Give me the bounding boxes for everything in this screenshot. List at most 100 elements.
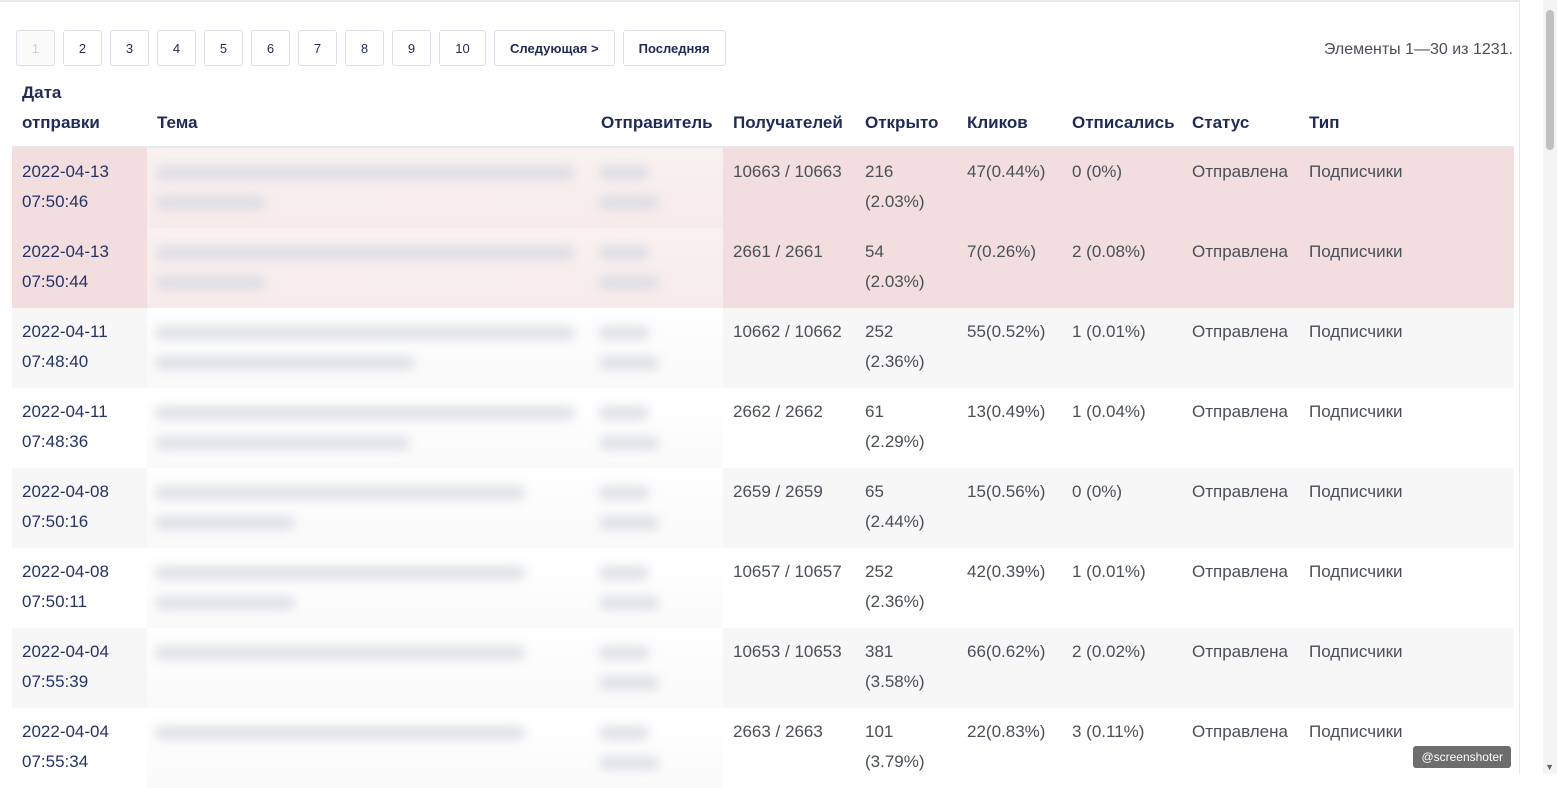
cell-sender-redacted (591, 468, 723, 548)
cell-unsubscribed: 0 (0%) (1062, 468, 1182, 548)
campaigns-table: Дата отправки Тема Отправитель Получателе… (12, 78, 1514, 788)
table-row[interactable]: 2022-04-11 07:48:40 10662 / 10662 252 (2.36%… (12, 308, 1514, 388)
screenshoter-watermark: @screenshoter (1413, 746, 1511, 768)
cell-opened: 252 (2.36%) (855, 548, 957, 628)
redacted-sender (591, 628, 723, 708)
page-3-button[interactable]: 3 (110, 30, 149, 66)
items-counter: Элементы 1—30 из 1231. (1323, 41, 1513, 58)
cell-sender-redacted (591, 388, 723, 468)
cell-status: Отправлена (1182, 308, 1299, 388)
redacted-subject (147, 468, 591, 548)
cell-opened: 101 (3.79%) (855, 708, 957, 788)
cell-status: Отправлена (1182, 548, 1299, 628)
cell-type: Подписчики (1299, 468, 1514, 548)
cell-status: Отправлена (1182, 468, 1299, 548)
table-row[interactable]: 2022-04-04 07:55:34 2663 / 2663 101 (3.79%) 2… (12, 708, 1514, 788)
cell-clicks: 15(0.56%) (957, 468, 1062, 548)
page-9-button[interactable]: 9 (392, 30, 431, 66)
col-header-subject[interactable]: Тема (147, 78, 591, 148)
table-row[interactable]: 2022-04-13 07:50:44 2661 / 2661 54 (2.03%) 7… (12, 228, 1514, 308)
redacted-subject (147, 548, 591, 628)
cell-clicks: 66(0.62%) (957, 628, 1062, 708)
table-row[interactable]: 2022-04-08 07:50:16 2659 / 2659 65 (2.44%) 1… (12, 468, 1514, 548)
cell-subject-redacted[interactable] (147, 147, 591, 228)
send-date: 2022-04-04 (22, 642, 109, 661)
page-7-button[interactable]: 7 (298, 30, 337, 66)
page-6-button[interactable]: 6 (251, 30, 290, 66)
table-row[interactable]: 2022-04-04 07:55:39 10653 / 10653 381 (3.58%… (12, 628, 1514, 708)
send-time: 07:50:44 (22, 272, 89, 291)
cell-opened: 61 (2.29%) (855, 388, 957, 468)
send-time: 07:50:16 (22, 512, 89, 531)
col-header-sender[interactable]: Отправитель (591, 78, 723, 148)
pagination: 1 2 3 4 5 6 7 8 9 10 Следующая > Последн… (16, 30, 726, 66)
cell-date[interactable]: 2022-04-11 07:48:36 (12, 388, 147, 468)
col-header-type[interactable]: Тип (1299, 78, 1514, 148)
redacted-sender (591, 388, 723, 468)
cell-unsubscribed: 1 (0.01%) (1062, 308, 1182, 388)
vertical-scrollbar[interactable]: ▼ (1543, 0, 1557, 774)
col-header-status[interactable]: Статус (1182, 78, 1299, 148)
page-10-button[interactable]: 10 (439, 30, 486, 66)
page-5-button[interactable]: 5 (204, 30, 243, 66)
cell-unsubscribed: 1 (0.04%) (1062, 388, 1182, 468)
scrollbar-thumb[interactable] (1546, 10, 1554, 150)
cell-subject-redacted[interactable] (147, 388, 591, 468)
page-2-button[interactable]: 2 (63, 30, 102, 66)
cell-opened: 381 (3.58%) (855, 628, 957, 708)
send-time: 07:48:40 (22, 352, 89, 371)
cell-date[interactable]: 2022-04-08 07:50:11 (12, 548, 147, 628)
cell-opened: 54 (2.03%) (855, 228, 957, 308)
cell-sender-redacted (591, 628, 723, 708)
cell-recipients: 10653 / 10653 (723, 628, 855, 708)
cell-unsubscribed: 1 (0.01%) (1062, 548, 1182, 628)
cell-date[interactable]: 2022-04-13 07:50:44 (12, 228, 147, 308)
cell-date[interactable]: 2022-04-11 07:48:40 (12, 308, 147, 388)
next-page-button[interactable]: Следующая > (494, 30, 615, 66)
cell-opened: 252 (2.36%) (855, 308, 957, 388)
redacted-sender (591, 548, 723, 628)
send-date: 2022-04-04 (22, 722, 109, 741)
redacted-sender (591, 148, 723, 228)
redacted-subject (147, 228, 591, 308)
table-row[interactable]: 2022-04-11 07:48:36 2662 / 2662 61 (2.29%) 1… (12, 388, 1514, 468)
send-time: 07:50:11 (22, 592, 87, 611)
cell-date[interactable]: 2022-04-08 07:50:16 (12, 468, 147, 548)
send-time: 07:50:46 (22, 192, 89, 211)
cell-clicks: 22(0.83%) (957, 708, 1062, 788)
table-row[interactable]: 2022-04-08 07:50:11 10657 / 10657 252 (2.36%… (12, 548, 1514, 628)
last-page-button[interactable]: Последняя (622, 30, 726, 66)
page-4-button[interactable]: 4 (157, 30, 196, 66)
scroll-down-arrow-icon[interactable]: ▼ (1545, 762, 1554, 772)
table-header-row: Дата отправки Тема Отправитель Получателе… (12, 78, 1514, 148)
cell-recipients: 2662 / 2662 (723, 388, 855, 468)
cell-subject-redacted[interactable] (147, 708, 591, 788)
cell-clicks: 42(0.39%) (957, 548, 1062, 628)
cell-type: Подписчики (1299, 628, 1514, 708)
redacted-sender (591, 308, 723, 388)
cell-date[interactable]: 2022-04-04 07:55:39 (12, 628, 147, 708)
col-header-clicks[interactable]: Кликов (957, 78, 1062, 148)
cell-subject-redacted[interactable] (147, 548, 591, 628)
cell-unsubscribed: 2 (0.08%) (1062, 228, 1182, 308)
cell-unsubscribed: 3 (0.11%) (1062, 708, 1182, 788)
col-header-opened[interactable]: Открыто (855, 78, 957, 148)
cell-date[interactable]: 2022-04-13 07:50:46 (12, 147, 147, 228)
cell-clicks: 13(0.49%) (957, 388, 1062, 468)
cell-date[interactable]: 2022-04-04 07:55:34 (12, 708, 147, 788)
cell-subject-redacted[interactable] (147, 628, 591, 708)
table-row[interactable]: 2022-04-13 07:50:46 10663 / 10663 216 (2.03%… (12, 147, 1514, 228)
watermark-text: @screenshoter (1421, 750, 1503, 764)
col-header-recipients[interactable]: Получателей (723, 78, 855, 148)
cell-subject-redacted[interactable] (147, 468, 591, 548)
cell-sender-redacted (591, 708, 723, 788)
page-1-button[interactable]: 1 (16, 30, 55, 66)
cell-recipients: 2663 / 2663 (723, 708, 855, 788)
col-header-date[interactable]: Дата отправки (12, 78, 147, 148)
page-8-button[interactable]: 8 (345, 30, 384, 66)
col-header-unsubscribed[interactable]: Отписались (1062, 78, 1182, 148)
cell-subject-redacted[interactable] (147, 228, 591, 308)
cell-type: Подписчики (1299, 147, 1514, 228)
cell-subject-redacted[interactable] (147, 308, 591, 388)
redacted-sender (591, 228, 723, 308)
